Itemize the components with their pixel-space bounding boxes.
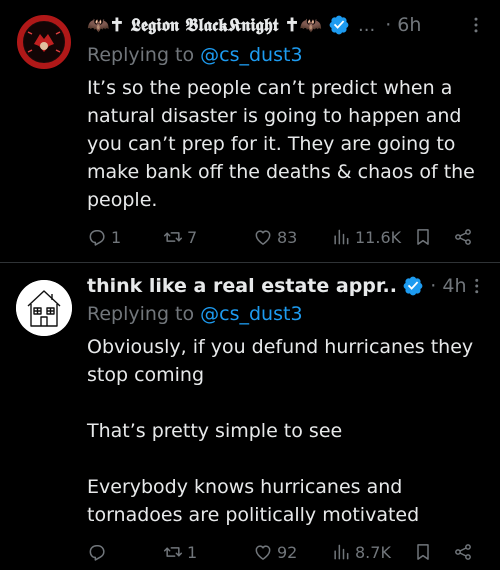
reply-post[interactable]: 🦇✝ 𝕷𝖊𝖌𝖎𝖔𝖓 𝕭𝖑𝖆𝖈𝖐𝕶𝖓𝖎𝖌𝖍𝖙 ✝🦇 ... · 6h Replyi… <box>0 0 500 262</box>
display-name[interactable]: 🦇✝ 𝕷𝖊𝖌𝖎𝖔𝖓 𝕭𝖑𝖆𝖈𝖐𝕶𝖓𝖎𝖌𝖍𝖙 ✝🦇 <box>87 15 322 36</box>
action-bar: 1 92 8.7K <box>87 539 486 565</box>
post-text-line: Obviously, if you defund hurricanes they… <box>87 336 474 386</box>
like-icon <box>253 227 273 247</box>
reply-button[interactable] <box>87 539 111 565</box>
repost-button[interactable]: 7 <box>163 224 197 250</box>
replying-to: Replying to @cs_dust3 <box>87 303 303 325</box>
verified-badge-icon[interactable] <box>402 275 424 297</box>
post-time[interactable]: · 4h <box>430 275 466 297</box>
repost-icon <box>163 227 183 247</box>
repost-count: 7 <box>187 227 198 247</box>
views-button[interactable]: 11.6K <box>331 224 401 250</box>
bookmark-button[interactable] <box>413 539 433 565</box>
display-name[interactable]: think like a real estate appr... <box>87 275 396 297</box>
reply-button[interactable]: 1 <box>87 224 121 250</box>
bookmark-icon <box>413 542 433 562</box>
replying-to: Replying to @cs_dust3 <box>87 44 303 66</box>
reply-post[interactable]: think like a real estate appr... · 4h Re… <box>0 263 500 570</box>
post-header: think like a real estate appr... · 4h <box>87 271 486 301</box>
legion-emblem-icon <box>17 15 71 69</box>
replying-prefix: Replying to <box>87 303 201 325</box>
reply-icon <box>87 542 107 562</box>
share-button[interactable] <box>453 224 473 250</box>
name-truncation: ... <box>358 14 376 36</box>
share-icon <box>453 542 473 562</box>
avatar[interactable] <box>16 280 72 336</box>
replying-prefix: Replying to <box>87 44 201 66</box>
reply-icon <box>87 227 107 247</box>
views-button[interactable]: 8.7K <box>331 539 391 565</box>
post-text: Obviously, if you defund hurricanes they… <box>87 333 486 529</box>
repost-icon <box>163 542 183 562</box>
replying-handle[interactable]: @cs_dust3 <box>200 44 302 66</box>
like-count: 83 <box>277 227 298 247</box>
post-text-line: That’s pretty simple to see <box>87 420 343 442</box>
like-button[interactable]: 92 <box>253 539 297 565</box>
more-options-icon[interactable] <box>467 276 487 296</box>
post-header: 🦇✝ 𝕷𝖊𝖌𝖎𝖔𝖓 𝕭𝖑𝖆𝖈𝖐𝕶𝖓𝖎𝖌𝖍𝖙 ✝🦇 ... · 6h <box>87 10 486 40</box>
bookmark-icon <box>413 227 433 247</box>
avatar[interactable] <box>16 14 72 70</box>
post-text-line: It’s so the people can’t predict when a … <box>87 77 475 211</box>
action-bar: 1 7 83 11.6K <box>87 224 486 250</box>
view-count: 11.6K <box>355 227 402 247</box>
views-icon <box>331 227 351 247</box>
repost-button[interactable]: 1 <box>163 539 197 565</box>
share-button[interactable] <box>453 539 473 565</box>
house-sketch-icon <box>16 280 72 336</box>
views-icon <box>331 542 351 562</box>
like-button[interactable]: 83 <box>253 224 297 250</box>
reply-count: 1 <box>111 227 122 247</box>
post-text-line: Everybody knows hurricanes and tornadoes… <box>87 476 420 526</box>
verified-badge-icon[interactable] <box>328 14 350 36</box>
repost-count: 1 <box>187 542 198 562</box>
more-options-icon[interactable] <box>466 15 486 35</box>
bookmark-button[interactable] <box>413 224 433 250</box>
share-icon <box>453 227 473 247</box>
post-time[interactable]: · 6h <box>385 14 421 36</box>
like-icon <box>253 542 273 562</box>
post-text: It’s so the people can’t predict when a … <box>87 74 486 214</box>
replying-handle[interactable]: @cs_dust3 <box>200 303 302 325</box>
view-count: 8.7K <box>355 542 391 562</box>
like-count: 92 <box>277 542 298 562</box>
